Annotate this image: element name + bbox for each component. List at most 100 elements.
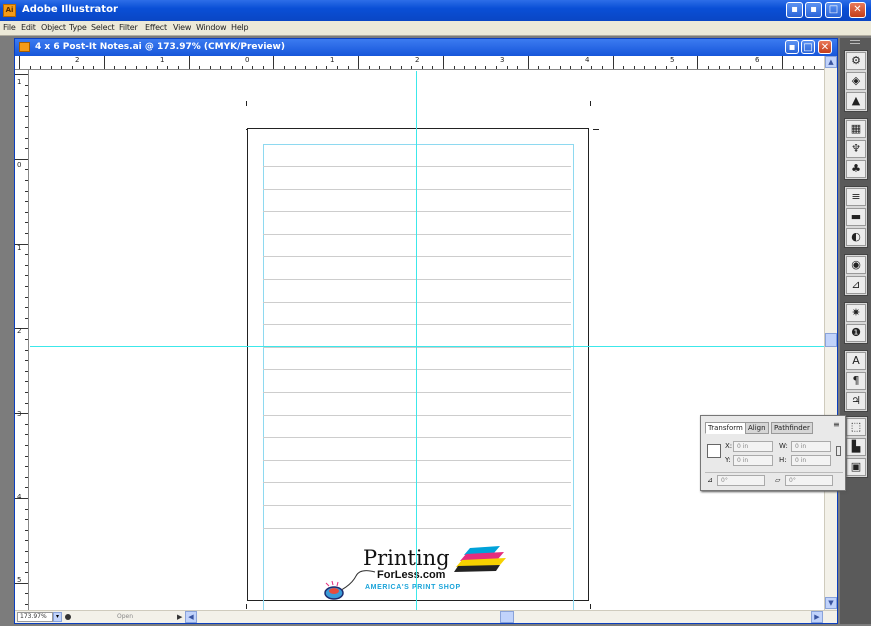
ruler-tick	[655, 66, 656, 69]
horizontal-guide[interactable]	[30, 346, 825, 347]
ruler-tick	[570, 66, 572, 69]
menu-window[interactable]: Window	[196, 23, 227, 32]
stroke-icon[interactable]: ≡	[846, 188, 866, 206]
align-icon[interactable]: ▙	[846, 438, 866, 456]
y-label: Y:	[725, 456, 731, 464]
scroll-thumb[interactable]	[825, 333, 837, 347]
menu-file[interactable]: File	[3, 23, 16, 32]
ruler-tick	[262, 66, 264, 69]
ruler-tick	[241, 66, 243, 69]
layers-icon[interactable]: ♣	[846, 160, 866, 178]
character-icon[interactable]: A	[846, 352, 866, 370]
color-icon[interactable]: ◉	[846, 256, 866, 274]
vertical-guide[interactable]	[416, 71, 417, 610]
status-menu-arrow-icon[interactable]: ▶	[177, 613, 182, 621]
ruler-label: 4	[17, 493, 22, 501]
ruler-tick	[93, 66, 95, 69]
logo-printing-text: Printing	[363, 546, 450, 570]
ruler-label: 2	[17, 327, 22, 335]
graphic-styles-icon[interactable]: ▦	[846, 120, 866, 138]
ruler-tick	[25, 508, 28, 510]
minimize-doc-button[interactable]: ▪	[785, 40, 799, 54]
rotate-input[interactable]: 0°	[717, 475, 765, 486]
tab-pathfinder[interactable]: Pathfinder	[771, 422, 813, 434]
ruler-tick	[676, 66, 678, 69]
scroll-down-button[interactable]: ▼	[825, 597, 837, 609]
scroll-right-button[interactable]: ▶	[811, 611, 823, 623]
minimize-app-button[interactable]: ▪	[786, 2, 803, 18]
horizontal-ruler[interactable]: 2 1 0 1 2 3 4 5 6	[15, 56, 837, 70]
ruler-tick	[718, 66, 720, 69]
zoom-dropdown-button[interactable]: ▾	[53, 612, 62, 622]
x-input[interactable]: 0 in	[733, 441, 773, 452]
document-window: 4 x 6 Post-It Notes.ai @ 173.97% (CMYK/P…	[14, 38, 838, 624]
app-title: Adobe Illustrator	[22, 4, 118, 15]
ruler-tick	[538, 66, 540, 69]
ruler-tick	[549, 66, 550, 69]
gradient-icon[interactable]: ▬	[846, 208, 866, 226]
ruler-tick	[284, 66, 285, 69]
swatches-icon[interactable]: ⚙	[846, 52, 866, 70]
menu-select[interactable]: Select	[91, 23, 115, 32]
pathfinder-icon[interactable]: ▣	[846, 458, 866, 476]
info-icon[interactable]: ❶	[846, 324, 866, 342]
vertical-ruler[interactable]: 1 0 1 2 3 4 5	[15, 70, 29, 610]
zoom-select[interactable]: 173.97%	[17, 612, 53, 622]
transform-icon[interactable]: ⬚	[846, 418, 866, 436]
ruler-tick	[337, 66, 338, 69]
divider	[705, 472, 843, 473]
panel-menu-icon[interactable]: ≡	[833, 420, 840, 429]
menu-filter[interactable]: Filter	[119, 23, 138, 32]
ruler-tick	[50, 66, 52, 69]
document-title-bar: 4 x 6 Post-It Notes.ai @ 173.97% (CMYK/P…	[15, 39, 837, 56]
h-input[interactable]: 0 in	[791, 455, 831, 466]
hscroll-thumb[interactable]	[500, 611, 514, 623]
appearance-icon[interactable]: ♆	[846, 140, 866, 158]
vertical-scrollbar[interactable]: ▲ ▼	[824, 56, 837, 610]
scroll-up-button[interactable]: ▲	[825, 56, 837, 68]
ruled-line	[263, 369, 571, 371]
navigator-icon[interactable]: ✷	[846, 304, 866, 322]
opentype-icon[interactable]: ♃	[846, 392, 866, 410]
transparency-icon[interactable]: ◐	[846, 228, 866, 246]
ruler-tick	[464, 66, 466, 69]
ruler-label: 5	[17, 576, 22, 584]
ruled-line	[263, 482, 571, 484]
ruler-tick	[25, 360, 28, 362]
menu-effect[interactable]: Effect	[145, 23, 167, 32]
restore-app-button[interactable]: ▪	[805, 2, 822, 18]
ruler-tick	[25, 148, 28, 150]
ruler-tick	[25, 604, 28, 605]
color-guide-icon[interactable]: ⊿	[846, 276, 866, 294]
transform-panel: Transform × Align Pathfinder ≡ X: 0 in W…	[700, 415, 846, 491]
menu-object[interactable]: Object	[41, 23, 66, 32]
ruler-tick	[25, 381, 28, 383]
paragraph-icon[interactable]: ¶	[846, 372, 866, 390]
ruler-tick	[25, 339, 28, 340]
constrain-proportions-icon[interactable]	[836, 446, 841, 456]
close-doc-button[interactable]: ✕	[818, 40, 832, 54]
reference-point-icon[interactable]	[707, 444, 721, 458]
artboard-canvas[interactable]: Printing ForLess.com AMERICA'S PRINT SHO…	[30, 71, 825, 610]
menu-view[interactable]: View	[173, 23, 191, 32]
scroll-left-button[interactable]: ◀	[185, 611, 197, 623]
brushes-icon[interactable]: ◈	[846, 72, 866, 90]
ruler-tick	[368, 66, 370, 69]
menu-help[interactable]: Help	[231, 23, 249, 32]
shear-input[interactable]: 0°	[785, 475, 833, 486]
ruler-tick	[25, 296, 28, 298]
w-input[interactable]: 0 in	[791, 441, 831, 452]
y-input[interactable]: 0 in	[733, 455, 773, 466]
ruler-tick	[347, 66, 349, 69]
restore-doc-button[interactable]: □	[801, 40, 815, 54]
tab-align[interactable]: Align	[745, 422, 769, 434]
ruler-tick	[25, 169, 28, 171]
ruled-line	[263, 392, 571, 393]
menu-type[interactable]: Type	[69, 23, 87, 32]
close-app-button[interactable]: ✕	[849, 2, 866, 18]
menu-edit[interactable]: Edit	[21, 23, 36, 32]
symbols-icon[interactable]: ▲	[846, 92, 866, 110]
dock-grip-icon[interactable]	[850, 40, 860, 44]
maximize-app-button[interactable]: □	[825, 2, 842, 18]
ruler-tick	[559, 66, 561, 69]
